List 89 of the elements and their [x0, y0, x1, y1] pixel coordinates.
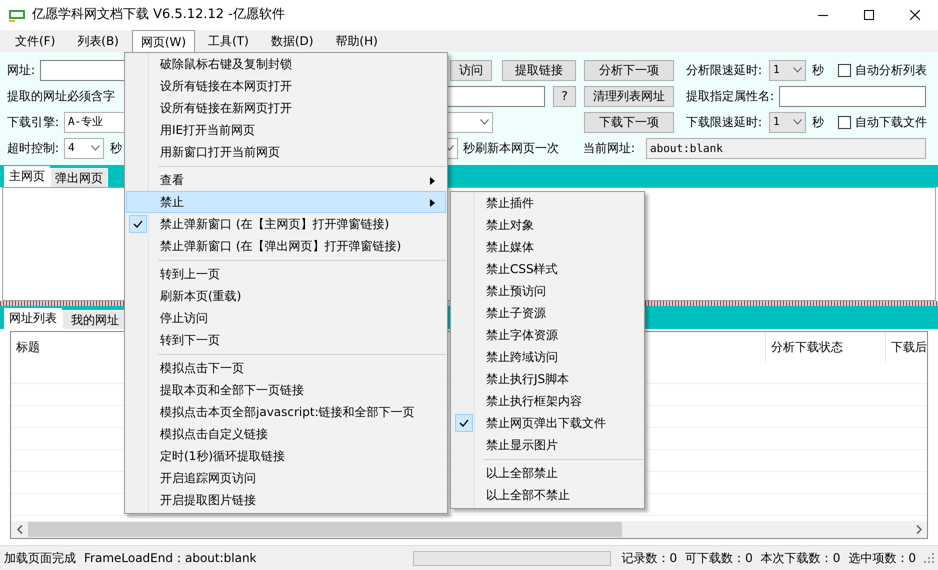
- chevron-down-icon: [480, 119, 489, 125]
- menu-item[interactable]: 禁止跨域访问: [452, 346, 643, 368]
- field-label: 分析限速延时:: [686, 63, 764, 77]
- menu-item[interactable]: 禁止子资源: [452, 302, 643, 324]
- toolbar-button[interactable]: 下载下一项: [584, 112, 674, 132]
- tab[interactable]: 主网页: [4, 166, 50, 187]
- dropdown[interactable]: 1: [769, 60, 806, 80]
- menu-item[interactable]: 设所有链接在新网页打开: [126, 97, 446, 119]
- menu-item[interactable]: 模拟点击自定义链接: [126, 423, 446, 445]
- menu-item[interactable]: 禁止预访问: [452, 280, 643, 302]
- menu-item[interactable]: 模拟点击下一页: [126, 357, 446, 379]
- app-icon: [8, 8, 26, 22]
- menu-item[interactable]: 禁止网页弹出下载文件: [452, 412, 643, 434]
- menu-item[interactable]: 禁止字体资源: [452, 324, 643, 346]
- toolbar-button[interactable]: 分析下一项: [584, 60, 674, 80]
- menu-item[interactable]: 以上全部不禁止: [452, 484, 643, 506]
- field-label: 秒刷新本网页一次: [463, 141, 560, 155]
- menu-item[interactable]: 查看: [126, 169, 446, 191]
- help-button[interactable]: ?: [553, 86, 576, 106]
- menu-bar-item[interactable]: 工具(T): [199, 30, 258, 52]
- field-label: 秒: [812, 63, 825, 77]
- field-label: 秒: [110, 141, 123, 155]
- window-title: 亿愿学科网文档下载 V6.5.12.12 -亿愿软件: [32, 6, 285, 24]
- menu-item[interactable]: 用新窗口打开当前网页: [126, 141, 446, 163]
- menu-item[interactable]: 用IE打开当前网页: [126, 119, 446, 141]
- status-text: FrameLoadEnd：about:blank: [84, 551, 257, 565]
- menu-item[interactable]: 破除鼠标右键及复制封锁: [126, 53, 446, 75]
- field-label: 网址:: [7, 63, 36, 77]
- input-field[interactable]: about:blank: [646, 138, 926, 158]
- submenu-arrow-icon: [430, 177, 435, 185]
- menu-bar-item[interactable]: 文件(F): [6, 30, 64, 52]
- checkbox[interactable]: 自动下载文件: [838, 113, 933, 131]
- status-counter: 选中项数：0: [848, 551, 916, 565]
- field-label: 秒: [812, 115, 825, 129]
- menu-item[interactable]: 禁止: [126, 191, 446, 213]
- menu-item[interactable]: 转到下一页: [126, 329, 446, 351]
- field-label: 提取指定属性名:: [686, 89, 776, 103]
- menu-item[interactable]: 禁止对象: [452, 214, 643, 236]
- close-icon: [910, 10, 920, 20]
- menu-item[interactable]: 开启提取图片链接: [126, 489, 446, 511]
- menu-item[interactable]: 停止访问: [126, 307, 446, 329]
- submenu-arrow-icon: [430, 199, 435, 207]
- menu-item[interactable]: 禁止显示图片: [452, 434, 643, 456]
- dropdown[interactable]: 1: [769, 112, 806, 132]
- menu-item[interactable]: 开启追踪网页访问: [126, 467, 446, 489]
- field-label: 下载限速延时:: [686, 115, 764, 129]
- chevron-down-icon: [793, 67, 802, 73]
- toolbar-button[interactable]: 访问: [450, 60, 492, 80]
- menu-bar-item[interactable]: 数据(D): [262, 30, 322, 52]
- chevron-left-icon: [16, 525, 22, 534]
- scrollbar-thumb[interactable]: [28, 522, 622, 537]
- menu-item[interactable]: 设所有链接在本网页打开: [126, 75, 446, 97]
- chevron-right-icon: [916, 525, 922, 534]
- toolbar-button[interactable]: 清理列表网址: [584, 86, 674, 106]
- toolbar-button[interactable]: 提取链接: [502, 60, 576, 80]
- field-label: 下载引擎:: [7, 115, 60, 129]
- menu-item[interactable]: 提取本页和全部下一页链接: [126, 379, 446, 401]
- field-label: 提取的网址必须含字: [7, 89, 116, 103]
- tab[interactable]: 网址列表: [4, 308, 62, 329]
- status-counter: 记录数：0: [621, 551, 678, 565]
- tab[interactable]: 弹出网页: [50, 168, 108, 187]
- menu-item[interactable]: 禁止弹新窗口 (在【弹出网页】打开弹窗链接): [126, 235, 446, 257]
- dropdown[interactable]: 4: [64, 138, 104, 158]
- menu-item[interactable]: 转到上一页: [126, 263, 446, 285]
- maximize-icon: [864, 10, 874, 20]
- menu-item[interactable]: 禁止弹新窗口 (在【主网页】打开弹窗链接): [126, 213, 446, 235]
- menu-bar-item[interactable]: 网页(W): [132, 30, 196, 52]
- status-counter: 可下载数：0: [685, 551, 753, 565]
- menu-item[interactable]: 禁止执行JS脚本: [452, 368, 643, 390]
- menu-item[interactable]: 以上全部禁止: [452, 462, 643, 484]
- menu-item[interactable]: 禁止CSS样式: [452, 258, 643, 280]
- input-field[interactable]: [779, 86, 926, 106]
- chevron-down-icon: [91, 145, 100, 151]
- menu-item[interactable]: 禁止插件: [452, 192, 643, 214]
- menu-item[interactable]: 禁止执行框架内容: [452, 390, 643, 412]
- menu-item[interactable]: 刷新本页(重载): [126, 285, 446, 307]
- chevron-down-icon: [793, 119, 802, 125]
- menu-item[interactable]: 定时(1秒)循环提取链接: [126, 445, 446, 467]
- menu-bar-item[interactable]: 列表(B): [68, 30, 128, 52]
- resize-grip-icon: [924, 553, 934, 563]
- field-label: 当前网址:: [583, 141, 636, 155]
- menu-bar-item[interactable]: 帮助(H): [326, 30, 387, 52]
- status-text: 加载页面完成: [4, 551, 76, 565]
- horizontal-scrollbar[interactable]: [11, 521, 927, 538]
- status-counter: 本次下载数：0: [760, 551, 840, 565]
- menu-item[interactable]: 模拟点击本页全部javascript:链接和全部下一页: [126, 401, 446, 423]
- checkbox[interactable]: 自动分析列表: [838, 61, 933, 79]
- menu-item[interactable]: 禁止媒体: [452, 236, 643, 258]
- field-label: 超时控制:: [7, 141, 60, 155]
